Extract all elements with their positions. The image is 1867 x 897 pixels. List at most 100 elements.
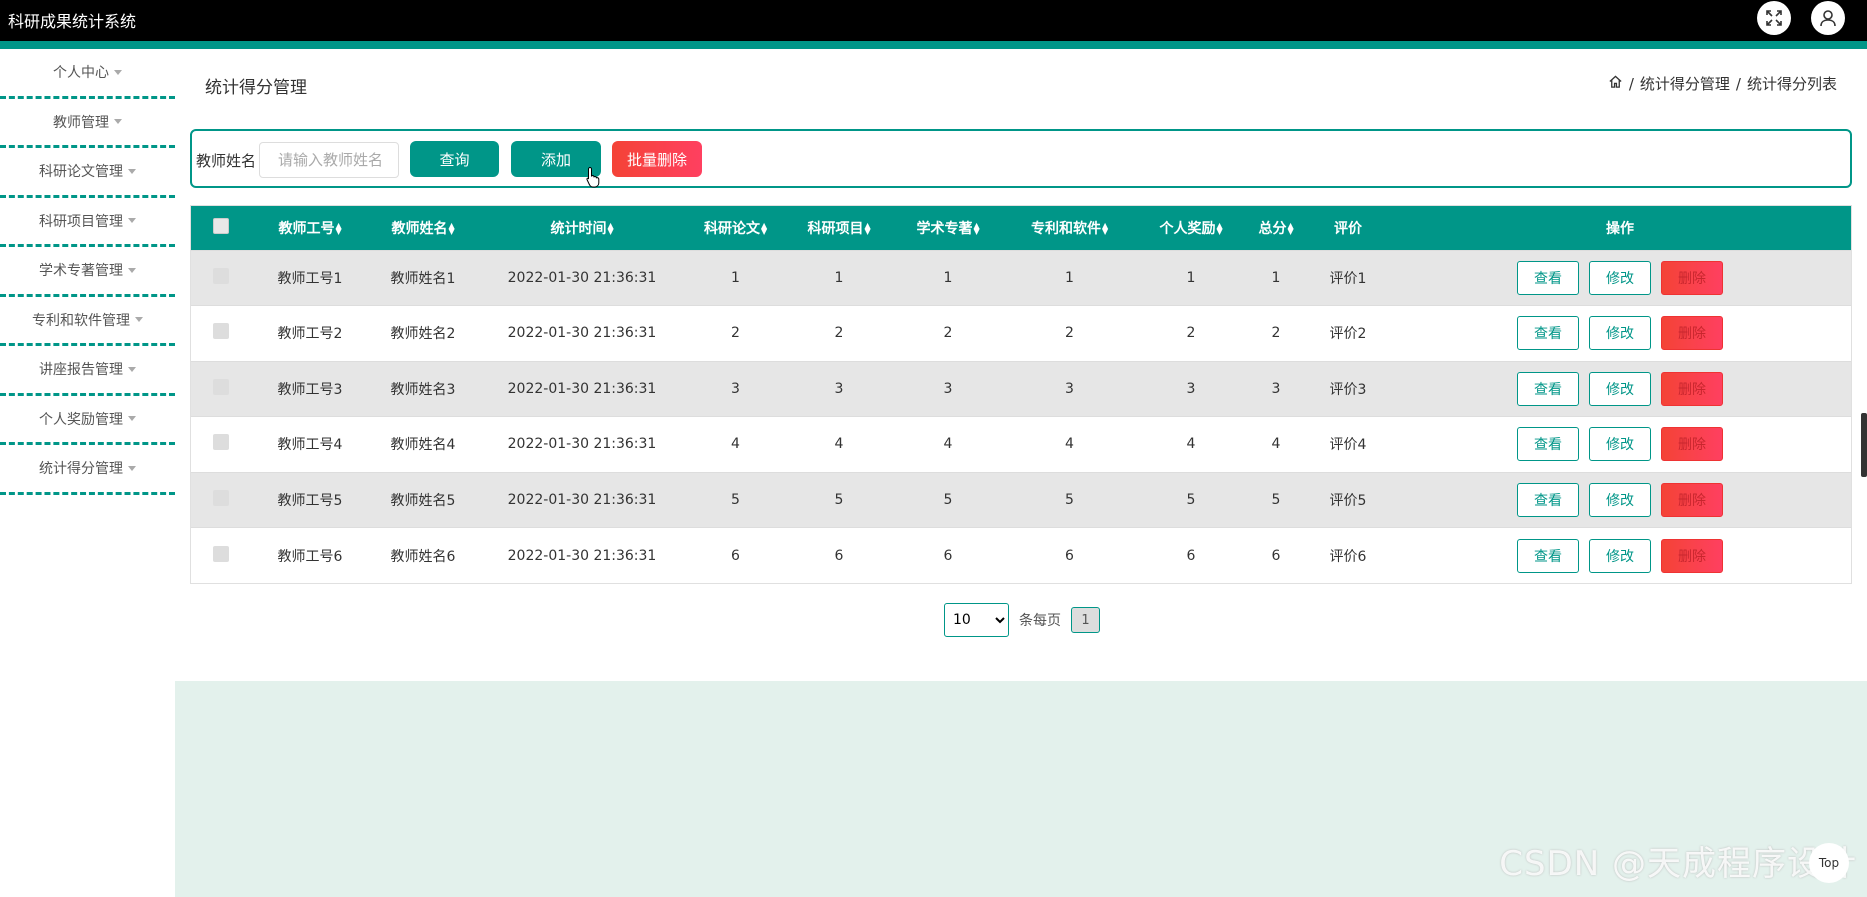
- th-awards[interactable]: 个人奖励▲ ▼: [1137, 206, 1245, 250]
- table-cell: 3: [1065, 380, 1074, 397]
- table-cell: 评价1: [1329, 270, 1367, 287]
- table-cell: 4: [943, 436, 953, 453]
- sidebar-item[interactable]: 学术专著管理: [0, 247, 175, 297]
- delete-button[interactable]: 删除: [1661, 427, 1723, 462]
- row-checkbox[interactable]: [213, 489, 229, 506]
- top-accent-bar: [0, 41, 1867, 49]
- table-header-row: 教师工号▲ ▼ 教师姓名▲ ▼ 统计时间▲ ▼ 科研论文▲ ▼ 科研项目▲ ▼ 学术专著▲…: [191, 206, 1851, 250]
- sidebar-item-label: 统计得分管理: [39, 461, 123, 478]
- table-cell: 5: [1186, 491, 1196, 508]
- table-cell: 4: [1271, 436, 1281, 453]
- row-checkbox[interactable]: [213, 434, 229, 451]
- sidebar-item[interactable]: 教师管理: [0, 99, 175, 148]
- delete-button[interactable]: 删除: [1661, 260, 1723, 295]
- th-papers[interactable]: 科研论文▲ ▼: [687, 206, 784, 250]
- sidebar-item[interactable]: 科研项目管理: [0, 198, 175, 247]
- view-button[interactable]: 查看: [1517, 538, 1579, 573]
- sidebar-item[interactable]: 讲座报告管理: [0, 346, 175, 396]
- view-button[interactable]: 查看: [1517, 371, 1579, 406]
- sidebar-item[interactable]: 统计得分管理: [0, 445, 175, 495]
- page-size-select[interactable]: 10: [944, 603, 1009, 637]
- select-all-checkbox[interactable]: [213, 217, 229, 234]
- table-cell: 2: [1271, 325, 1281, 342]
- row-checkbox[interactable]: [213, 545, 229, 562]
- table-cell: 教师姓名1: [390, 270, 456, 287]
- table-cell: 2: [1065, 325, 1074, 342]
- breadcrumb-sep: /: [1735, 74, 1741, 93]
- table-cell: 教师工号6: [277, 548, 343, 565]
- th-monographs[interactable]: 学术专著▲ ▼: [894, 206, 1002, 250]
- scrollbar[interactable]: [1861, 413, 1867, 477]
- table-cell: 评价5: [1329, 492, 1367, 509]
- th-operations: 操作: [1606, 220, 1634, 237]
- table-cell: 2: [1186, 325, 1196, 342]
- caret-down-icon: [128, 218, 136, 224]
- table-cell: 2022-01-30 21:36:31: [507, 491, 657, 508]
- caret-down-icon: [128, 416, 136, 422]
- home-icon[interactable]: [1608, 74, 1623, 93]
- breadcrumb-item-manage[interactable]: 统计得分管理: [1640, 73, 1730, 94]
- table-row: 教师工号6 教师姓名6 2022-01-30 21:36:31 6 6 6 6 6 6 评价6 查看…: [191, 527, 1851, 583]
- delete-button[interactable]: 删除: [1661, 316, 1723, 351]
- table-cell: 3: [943, 380, 953, 397]
- row-checkbox[interactable]: [213, 323, 229, 340]
- table-cell: 2: [731, 325, 740, 342]
- table-cell: 2022-01-30 21:36:31: [507, 269, 657, 286]
- table-cell: 评价6: [1329, 548, 1367, 565]
- th-patents[interactable]: 专利和软件▲ ▼: [1002, 206, 1137, 250]
- table-cell: 2022-01-30 21:36:31: [507, 547, 657, 564]
- breadcrumb-item-list: 统计得分列表: [1746, 75, 1837, 93]
- top-bar: 科研成果统计系统: [0, 0, 1867, 41]
- table-cell: 5: [943, 491, 953, 508]
- edit-button[interactable]: 修改: [1589, 371, 1651, 406]
- th-projects[interactable]: 科研项目▲ ▼: [784, 206, 894, 250]
- table-cell: 2: [943, 325, 953, 342]
- edit-button[interactable]: 修改: [1589, 538, 1651, 573]
- row-checkbox[interactable]: [213, 378, 229, 395]
- view-button[interactable]: 查看: [1517, 316, 1579, 351]
- th-teacher-id[interactable]: 教师工号▲ ▼: [251, 206, 369, 250]
- score-table: 教师工号▲ ▼ 教师姓名▲ ▼ 统计时间▲ ▼ 科研论文▲ ▼ 科研项目▲ ▼ 学术专著▲…: [190, 205, 1852, 584]
- fullscreen-icon[interactable]: [1757, 1, 1791, 35]
- sidebar-item[interactable]: 科研论文管理: [0, 148, 175, 198]
- teacher-name-input[interactable]: [259, 142, 399, 178]
- th-teacher-name[interactable]: 教师姓名▲ ▼: [369, 206, 477, 250]
- sidebar-item[interactable]: 个人奖励管理: [0, 396, 175, 445]
- table-cell: 5: [834, 491, 844, 508]
- sidebar-item-label: 个人中心: [53, 65, 109, 82]
- th-total[interactable]: 总分▲ ▼: [1245, 206, 1307, 250]
- user-avatar-icon[interactable]: [1811, 1, 1845, 35]
- pagination: 10 条每页 1: [944, 603, 1100, 637]
- delete-button[interactable]: 删除: [1661, 482, 1723, 517]
- query-button[interactable]: 查询: [410, 141, 499, 177]
- search-form: 教师姓名 查询 添加 批量删除: [190, 129, 1852, 188]
- edit-button[interactable]: 修改: [1589, 427, 1651, 462]
- table-cell: 1: [1271, 269, 1281, 286]
- table-cell: 2022-01-30 21:36:31: [507, 325, 657, 342]
- table-cell: 4: [1186, 436, 1196, 453]
- delete-button[interactable]: 删除: [1661, 538, 1723, 573]
- page-button-1[interactable]: 1: [1071, 607, 1100, 633]
- sidebar-item-label: 专利和软件管理: [32, 312, 130, 329]
- sidebar-item[interactable]: 个人中心: [0, 49, 175, 99]
- sidebar-item[interactable]: 专利和软件管理: [0, 297, 175, 346]
- back-to-top-button[interactable]: Top: [1809, 843, 1849, 883]
- table-cell: 3: [731, 380, 740, 397]
- edit-button[interactable]: 修改: [1589, 260, 1651, 295]
- edit-button[interactable]: 修改: [1589, 482, 1651, 517]
- table-cell: 2: [834, 325, 844, 342]
- view-button[interactable]: 查看: [1517, 260, 1579, 295]
- table-cell: 6: [943, 547, 953, 564]
- table-cell: 5: [1065, 491, 1074, 508]
- view-button[interactable]: 查看: [1517, 482, 1579, 517]
- delete-button[interactable]: 删除: [1661, 371, 1723, 406]
- per-page-label: 条每页: [1019, 613, 1061, 629]
- batch-delete-button[interactable]: 批量删除: [612, 141, 702, 177]
- row-checkbox[interactable]: [213, 267, 229, 284]
- sidebar-item-label: 科研项目管理: [39, 213, 123, 230]
- table-cell: 5: [1271, 491, 1281, 508]
- view-button[interactable]: 查看: [1517, 427, 1579, 462]
- edit-button[interactable]: 修改: [1589, 316, 1651, 351]
- caret-down-icon: [114, 69, 122, 75]
- th-stat-time[interactable]: 统计时间▲ ▼: [477, 206, 687, 250]
